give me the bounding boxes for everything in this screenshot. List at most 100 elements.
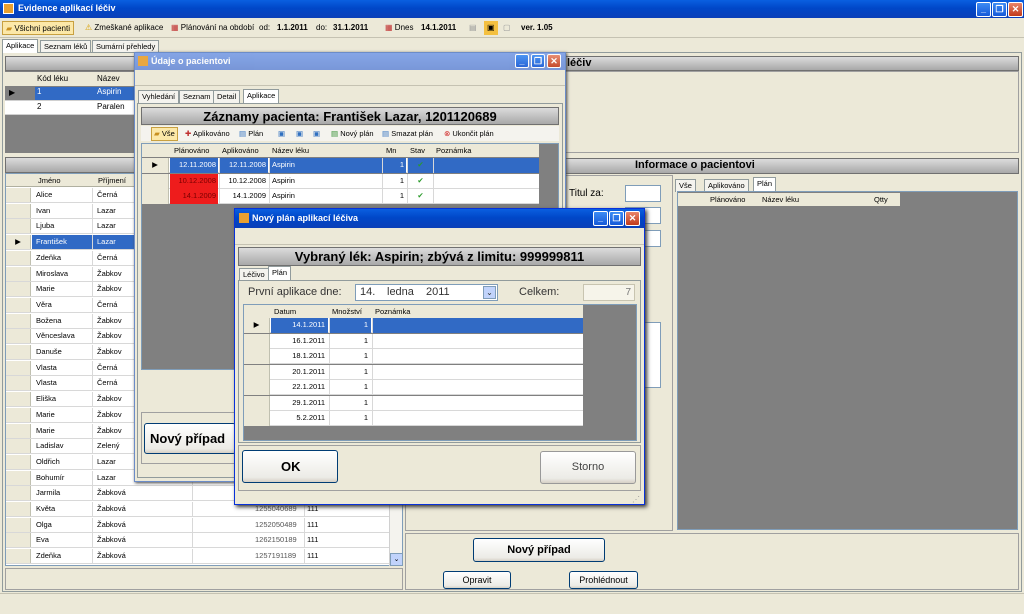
today-button[interactable]: ▦ Dnes	[382, 21, 416, 35]
table-row[interactable]: Olga Žabková 1252050489 111	[6, 517, 389, 533]
new-plan-button[interactable]: ▤ Nový plán	[331, 126, 374, 141]
table-row[interactable]: ▶ 12.11.2008 12.11.2008 Aspirin 1 ✔	[142, 158, 539, 173]
ok-button[interactable]: OK	[242, 450, 338, 483]
patient-first-name: Oldřich	[36, 456, 60, 466]
patient-first-name: Marie	[36, 284, 55, 294]
plan-dialog-maximize-button[interactable]: ❐	[609, 211, 624, 226]
table-row[interactable]: 14.1.2009 14.1.2009 Aspirin 1 ✔	[142, 189, 539, 204]
to-value[interactable]: 31.1.2011	[330, 21, 371, 35]
total-field: 7	[583, 284, 635, 301]
row-header	[6, 549, 31, 564]
row-header	[6, 439, 31, 454]
window-icon	[138, 56, 148, 66]
help-icon[interactable]: ▢	[500, 21, 514, 35]
row-pointer-icon: ▶	[142, 158, 169, 173]
first-application-date-picker[interactable]: 14. ledna 2011 ⌄	[355, 284, 498, 301]
table-row[interactable]: ▶ 14.1.2011 1	[244, 318, 583, 333]
row-header	[6, 360, 31, 375]
patient-first-name: Věnceslava	[36, 331, 75, 341]
check-icon: ✔	[407, 158, 433, 173]
pw-new-case-button[interactable]: Nový případ	[144, 423, 236, 454]
patient-window-close-button[interactable]: ✕	[547, 54, 561, 68]
view-button[interactable]: Prohlédnout	[569, 571, 638, 589]
print-icon[interactable]: ▤	[466, 21, 480, 35]
pr-col-state: Stav	[410, 146, 426, 155]
from-label: od:	[259, 23, 271, 32]
tool-icon-2[interactable]: ▣	[296, 126, 303, 141]
row-header	[244, 364, 270, 380]
plan-qty: 1	[329, 395, 371, 411]
row-header	[6, 454, 31, 469]
missed-button[interactable]: ⚠ Zmeškané aplikace	[82, 21, 166, 35]
plan-qty: 1	[329, 380, 371, 395]
pw-tab-seznam[interactable]: Seznam	[179, 90, 215, 103]
maximize-button[interactable]: ❐	[992, 2, 1007, 17]
patient-window-minimize-button[interactable]: _	[515, 54, 529, 68]
patient-first-name: Vlasta	[36, 378, 57, 388]
plan-dialog-minimize-button[interactable]: _	[593, 211, 608, 226]
plan-date: 16.1.2011	[292, 335, 325, 345]
all-patients-button[interactable]: ▰ Všichni pacienti	[2, 21, 74, 35]
patient-last-name: Žabková	[92, 517, 192, 532]
pw-tab-vyhledani[interactable]: Vyhledání	[138, 90, 180, 103]
from-value[interactable]: 1.1.2011	[274, 21, 311, 35]
filter-applied-button[interactable]: ✚ Aplikováno	[185, 126, 230, 141]
info-new-case-button[interactable]: Nový případ	[473, 538, 605, 562]
record-applied: 10.12.2008	[219, 173, 268, 189]
drugs-row[interactable]: ▶ 1 Aspirin	[5, 87, 135, 101]
patient-first-name: Eva	[36, 535, 49, 545]
delete-plan-button[interactable]: ▤ Smazat plán	[382, 126, 433, 141]
filter-plan-button[interactable]: ▤ Plán	[239, 126, 263, 141]
plan-dialog-close-button[interactable]: ✕	[625, 211, 640, 226]
table-row[interactable]: 16.1.2011 1	[244, 333, 583, 349]
record-qty: 1	[382, 158, 406, 173]
pd-tab-plan[interactable]: Plán	[268, 266, 292, 280]
chevron-down-icon[interactable]: ⌄	[483, 286, 496, 299]
new-plan-label: Nový plán	[340, 129, 374, 138]
cancel-button[interactable]: Storno	[540, 451, 636, 484]
drugs-grid-header: Kód léku Název	[5, 72, 135, 86]
row-header	[6, 407, 31, 422]
filter-all-button[interactable]: ▰ Vše	[151, 127, 178, 141]
patient-window-maximize-button[interactable]: ❐	[531, 54, 545, 68]
drug-code-cell: 1	[35, 87, 95, 100]
minimize-button[interactable]: _	[976, 2, 991, 17]
pr-col-applied: Aplikováno	[222, 146, 259, 155]
edit-button[interactable]: Opravit	[443, 571, 511, 589]
row-pointer-icon: ▶	[9, 88, 16, 97]
row-header	[6, 376, 31, 391]
info-tab-plan[interactable]: Plán	[753, 177, 777, 191]
pw-tab-aplikace[interactable]: Aplikace	[243, 89, 280, 103]
plan-date: 14.1.2011	[271, 318, 328, 333]
pr-col-note: Poznámka	[436, 146, 472, 155]
patients-col-last: Příjmení	[98, 176, 126, 185]
close-button[interactable]: ✕	[1008, 2, 1023, 17]
row-header	[6, 517, 31, 532]
table-row[interactable]: 29.1.2011 1	[244, 395, 583, 411]
delete-icon: ▤	[382, 129, 390, 138]
table-row[interactable]: 18.1.2011 1	[244, 349, 583, 364]
table-row[interactable]: 22.1.2011 1	[244, 380, 583, 395]
tab-aplikace[interactable]: Aplikace	[2, 39, 39, 53]
pw-tab-detail[interactable]: Detail	[213, 90, 241, 103]
table-row[interactable]: Eva Žabková 1262150189 111	[6, 533, 389, 549]
table-row[interactable]: 20.1.2011 1	[244, 364, 583, 380]
main-toolbar: ▰ Všichni pacienti ⚠ Zmeškané aplikace ▦…	[0, 18, 1024, 38]
resize-grip-icon[interactable]: ⋰	[632, 495, 640, 504]
patient-first-name: Marie	[36, 409, 55, 419]
row-header	[142, 173, 169, 189]
table-row[interactable]: 5.2.2011 1	[244, 411, 583, 426]
drugs-row[interactable]: 2 Paralen	[5, 101, 135, 115]
table-row[interactable]: Zdeňka Žabková 1257191189 111	[6, 549, 389, 565]
row-header	[6, 250, 31, 265]
tool-icon-3[interactable]: ▣	[313, 126, 320, 141]
tool-icon-1[interactable]: ▣	[278, 126, 285, 141]
planning-button[interactable]: ▦ Plánování na období	[168, 21, 257, 35]
end-plan-button[interactable]: ⊗ Ukončit plán	[444, 126, 494, 141]
to-label: do:	[316, 23, 328, 32]
table-row[interactable]: 10.12.2008 10.12.2008 Aspirin 1 ✔	[142, 173, 539, 189]
scroll-down-button[interactable]: ⌄	[390, 553, 403, 566]
row-pointer-icon: ▶	[6, 235, 31, 250]
export-icon[interactable]: ▣	[484, 21, 498, 35]
titul-input[interactable]	[625, 185, 661, 202]
